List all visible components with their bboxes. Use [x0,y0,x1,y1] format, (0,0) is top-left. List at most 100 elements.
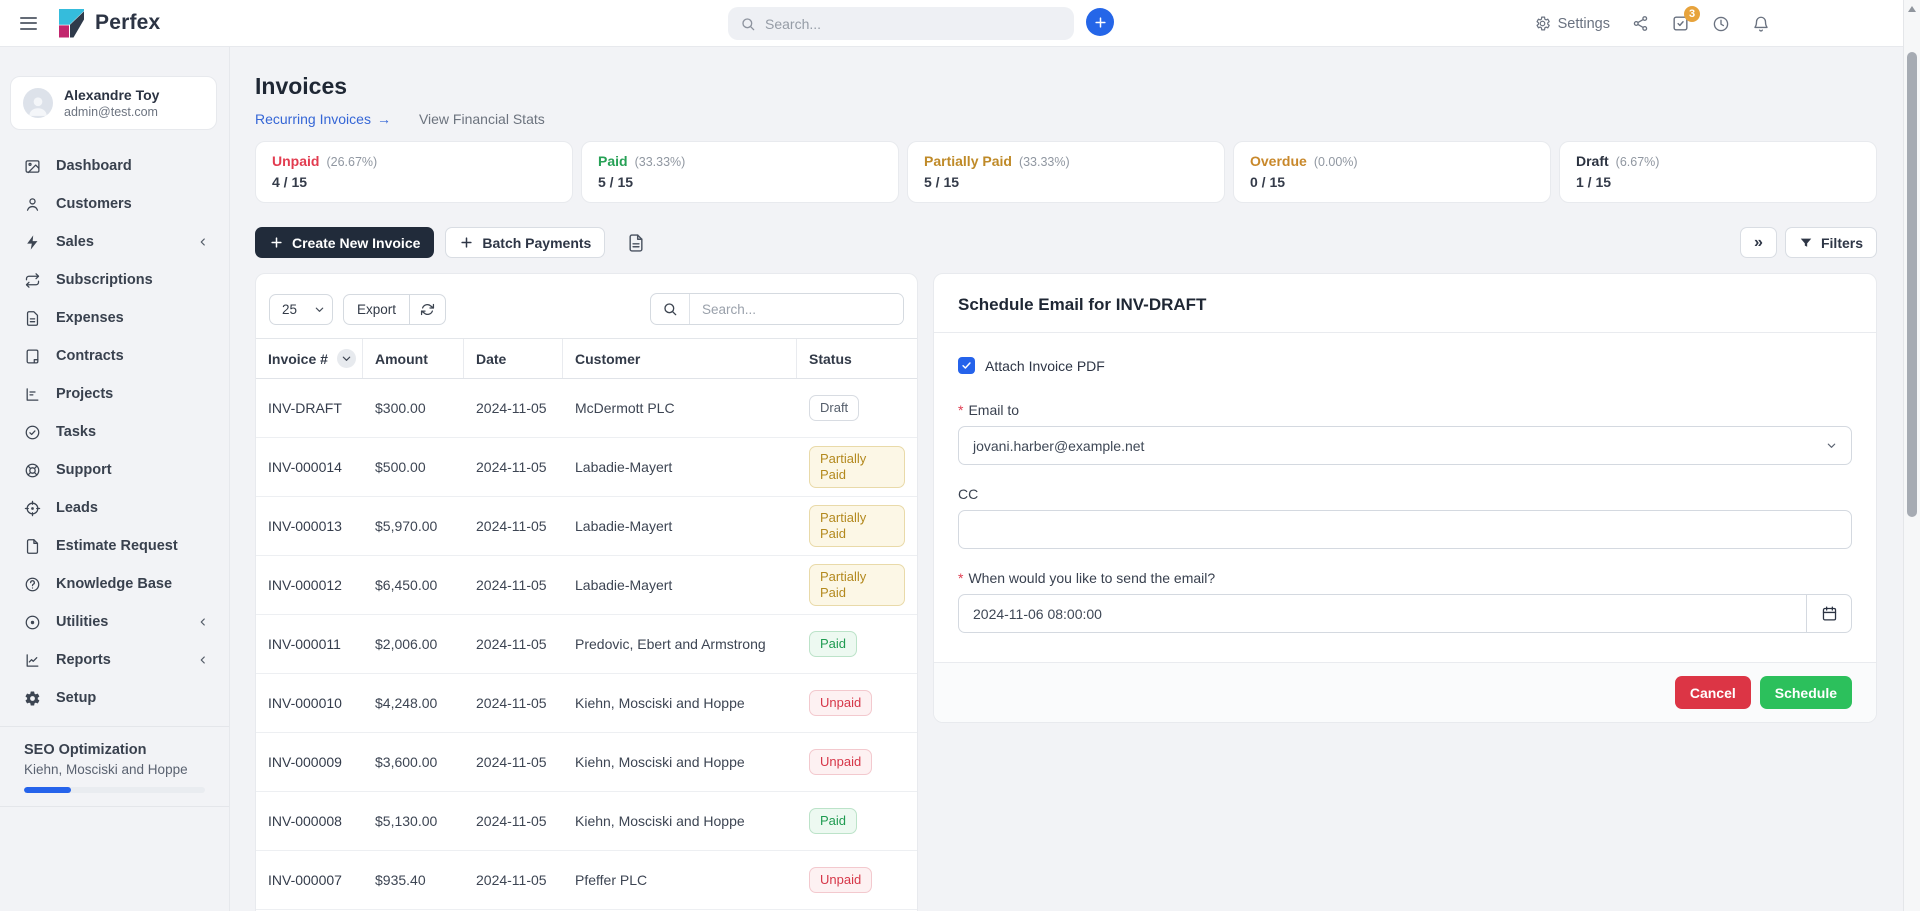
schedule-email-panel: Schedule Email for INV-DRAFT Attach Invo… [933,273,1877,723]
filter-funnel-icon [1799,236,1813,250]
export-button[interactable]: Export [344,295,410,324]
sidebar-item-utilities[interactable]: Utilities [0,603,229,641]
sidebar-item-sales[interactable]: Sales [0,223,229,261]
view-financial-stats-link[interactable]: View Financial Stats [419,111,545,127]
sidebar-item-dashboard[interactable]: Dashboard [0,147,229,185]
utilities-icon [24,614,41,631]
user-card[interactable]: Alexandre Toy admin@test.com [10,76,217,130]
settings-button[interactable]: Settings [1534,15,1610,32]
table-row[interactable]: INV-000007 $935.40 2024-11-05 Pfeffer PL… [256,851,917,910]
table-row[interactable]: INV-000014 $500.00 2024-11-05 Labadie-Ma… [256,438,917,497]
cell-invoice-number: INV-000014 [268,459,375,475]
notifications-button[interactable] [1752,15,1770,33]
stat-count: 1 / 15 [1576,174,1860,190]
arrow-right-icon: → [377,111,391,127]
sidebar-item-setup[interactable]: Setup [0,679,229,717]
sidebar-item-support[interactable]: Support [0,451,229,489]
calendar-icon[interactable] [1806,594,1852,633]
status-badge: Partially Paid [809,564,905,605]
recurring-invoices-link[interactable]: Recurring Invoices→ [255,111,391,127]
invoices-pdf-export-button[interactable] [626,233,646,253]
quick-create-button[interactable] [1086,8,1114,36]
batch-payments-button[interactable]: Batch Payments [445,227,605,258]
table-row[interactable]: INV-000010 $4,248.00 2024-11-05 Kiehn, M… [256,674,917,733]
sidebar-item-knowledge-base[interactable]: Knowledge Base [0,565,229,603]
sidebar-item-estimate-request[interactable]: Estimate Request [0,527,229,565]
status-badge: Partially Paid [809,505,905,546]
stat-card-partially-paid[interactable]: Partially Paid (33.33%) 5 / 15 [907,141,1225,203]
table-row[interactable]: INV-DRAFT $300.00 2024-11-05 McDermott P… [256,379,917,438]
sidebar-item-contracts[interactable]: Contracts [0,337,229,375]
user-name: Alexandre Toy [64,87,159,103]
invoice-sort-button[interactable] [337,349,356,368]
sidebar-item-customers[interactable]: Customers [0,185,229,223]
status-badge: Unpaid [809,867,872,893]
page-size-dropdown[interactable]: 25 [269,294,333,325]
refresh-button[interactable] [410,295,445,324]
timesheet-button[interactable] [1712,15,1730,33]
project-title: SEO Optimization [24,742,205,758]
column-header-invoice[interactable]: Invoice # [268,339,363,378]
stat-count: 0 / 15 [1250,174,1534,190]
table-row[interactable]: INV-000009 $3,600.00 2024-11-05 Kiehn, M… [256,733,917,792]
table-search[interactable] [650,293,904,325]
table-row[interactable]: INV-000011 $2,006.00 2024-11-05 Predovic… [256,615,917,674]
menu-toggle-icon[interactable] [20,13,37,33]
required-asterisk: * [958,402,963,418]
stat-card-overdue[interactable]: Overdue (0.00%) 0 / 15 [1233,141,1551,203]
attach-invoice-pdf-option[interactable]: Attach Invoice PDF [958,357,1852,374]
scrollbar-up-arrow[interactable] [1908,6,1916,12]
perfex-logo[interactable] [59,9,84,38]
scrollbar-thumb[interactable] [1907,52,1917,517]
chevron-left-icon [197,236,209,248]
table-search-input[interactable] [690,294,903,324]
column-header-amount[interactable]: Amount [375,339,464,378]
page-scrollbar[interactable] [1903,0,1920,911]
stat-percent: (26.67%) [326,155,377,169]
table-row[interactable]: INV-000012 $6,450.00 2024-11-05 Labadie-… [256,556,917,615]
sidebar-item-reports[interactable]: Reports [0,641,229,679]
cell-date: 2024-11-05 [476,813,575,829]
page-size-select[interactable]: 25 [269,294,333,325]
filters-button[interactable]: Filters [1785,227,1877,258]
bell-icon [1752,15,1770,33]
create-new-invoice-button[interactable]: Create New Invoice [255,227,434,258]
project-client: Kiehn, Mosciski and Hoppe [24,762,205,777]
sidebar-item-projects[interactable]: Projects [0,375,229,413]
expenses-icon [24,310,41,327]
cc-input[interactable] [958,510,1852,549]
sidebar-item-label: Reports [56,652,111,668]
sidebar-item-label: Tasks [56,424,96,440]
sidebar-item-subscriptions[interactable]: Subscriptions [0,261,229,299]
top-navbar: Perfex Settings 3 [0,0,1920,47]
stat-card-paid[interactable]: Paid (33.33%) 5 / 15 [581,141,899,203]
user-email: admin@test.com [64,105,159,119]
stat-card-unpaid[interactable]: Unpaid (26.67%) 4 / 15 [255,141,573,203]
cancel-button[interactable]: Cancel [1675,676,1751,709]
attach-pdf-checkbox[interactable] [958,357,975,374]
sidebar-item-leads[interactable]: Leads [0,489,229,527]
status-badge: Paid [809,808,857,834]
stat-label: Unpaid [272,153,319,169]
column-header-date[interactable]: Date [476,339,563,378]
toggle-panel-button[interactable]: » [1740,227,1777,258]
sidebar-item-label: Knowledge Base [56,576,172,592]
sidebar-item-tasks[interactable]: Tasks [0,413,229,451]
actions-row: Create New Invoice Batch Payments » Filt… [255,227,1877,258]
sidebar-project-widget[interactable]: SEO Optimization Kiehn, Mosciski and Hop… [0,727,229,793]
stat-card-draft[interactable]: Draft (6.67%) 1 / 15 [1559,141,1877,203]
invoices-table-card: 25 Export Invoice # [255,273,918,911]
email-to-select[interactable]: jovani.harber@example.net [958,426,1852,465]
todo-button[interactable]: 3 [1671,14,1690,33]
global-search-input[interactable] [765,16,1062,32]
column-header-status[interactable]: Status [809,339,905,378]
send-datetime-input[interactable] [958,594,1852,633]
schedule-button[interactable]: Schedule [1760,676,1852,709]
table-row[interactable]: INV-000013 $5,970.00 2024-11-05 Labadie-… [256,497,917,556]
sidebar-item-expenses[interactable]: Expenses [0,299,229,337]
table-row[interactable]: INV-000008 $5,130.00 2024-11-05 Kiehn, M… [256,792,917,851]
column-header-customer[interactable]: Customer [575,339,797,378]
cell-amount: $500.00 [375,459,476,475]
share-button[interactable] [1632,15,1649,32]
global-search[interactable] [728,7,1074,40]
